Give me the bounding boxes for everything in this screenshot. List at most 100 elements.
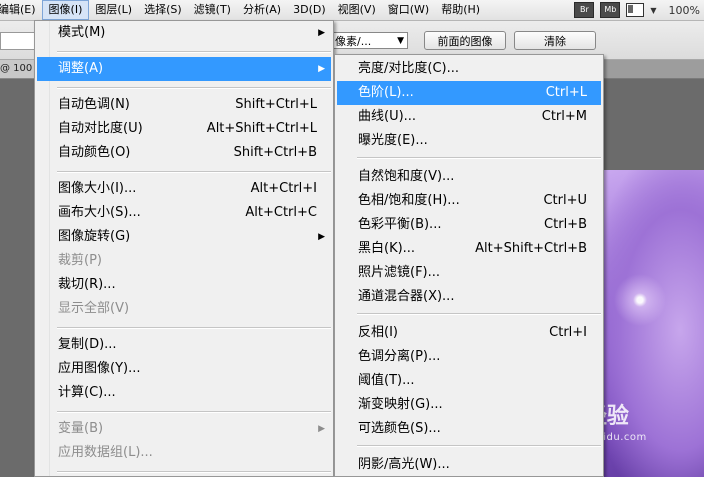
- menu-filter[interactable]: 滤镜(T): [188, 0, 237, 20]
- menu-item-shortcut: Shift+Ctrl+B: [233, 145, 317, 160]
- menu-item-label: 复制(D)...: [58, 337, 117, 352]
- menu-item-label: 照片滤镜(F)...: [358, 265, 441, 280]
- menu-item-color-balance[interactable]: 色彩平衡(B)... Ctrl+B: [337, 213, 601, 237]
- menu-item-apply-data-set[interactable]: 应用数据组(L)...: [37, 441, 331, 465]
- menu-item-label: 裁切(R)...: [58, 277, 116, 292]
- menu-item-label: 色调分离(P)...: [358, 349, 441, 364]
- submenu-arrow-icon: ▶: [318, 232, 325, 242]
- menu-item-duplicate[interactable]: 复制(D)...: [37, 333, 331, 357]
- menu-item-label: 色彩平衡(B)...: [358, 217, 442, 232]
- menu-item-label: 图像大小(I)...: [58, 181, 137, 196]
- menu-separator: [357, 313, 601, 315]
- menu-item-black-white[interactable]: 黑白(K)... Alt+Shift+Ctrl+B: [337, 237, 601, 261]
- menu-help[interactable]: 帮助(H): [435, 0, 486, 20]
- menu-3d[interactable]: 3D(D): [287, 0, 332, 20]
- menu-view[interactable]: 视图(V): [332, 0, 382, 20]
- menu-separator: [57, 51, 331, 53]
- zoom-level[interactable]: 100%: [663, 4, 700, 17]
- screen-mode-icon[interactable]: [626, 3, 645, 17]
- menu-separator: [57, 327, 331, 329]
- menu-item-shortcut: Ctrl+U: [543, 193, 587, 208]
- menu-item-hue-saturation[interactable]: 色相/饱和度(H)... Ctrl+U: [337, 189, 601, 213]
- menu-item-label: 自然饱和度(V)...: [358, 169, 455, 184]
- menu-item-label: 图像旋转(G): [58, 229, 131, 244]
- menu-item-label: 曲线(U)...: [358, 109, 417, 124]
- menu-item-reveal-all[interactable]: 显示全部(V): [37, 297, 331, 321]
- menu-item-label: 曝光度(E)...: [358, 133, 428, 148]
- menu-item-channel-mixer[interactable]: 通道混合器(X)...: [337, 285, 601, 309]
- menu-item-crop[interactable]: 裁剪(P): [37, 249, 331, 273]
- menu-item-label: 黑白(K)...: [358, 241, 416, 256]
- menu-bar: 编辑(E) 图像(I) 图层(L) 选择(S) 滤镜(T) 分析(A) 3D(D…: [0, 0, 704, 21]
- menu-item-label: 显示全部(V): [58, 301, 130, 316]
- menu-separator: [57, 471, 331, 473]
- menu-item-label: 反相(I): [358, 325, 398, 340]
- menu-item-exposure[interactable]: 曝光度(E)...: [337, 129, 601, 153]
- clear-button[interactable]: 清除: [514, 31, 596, 50]
- menu-separator: [357, 157, 601, 159]
- submenu-arrow-icon: ▶: [318, 64, 325, 74]
- front-image-button[interactable]: 前面的图像: [424, 31, 506, 50]
- menu-item-shortcut: Ctrl+L: [545, 85, 587, 100]
- menu-item-shadows-highlights[interactable]: 阴影/高光(W)...: [337, 453, 601, 477]
- menu-item-canvas-size[interactable]: 画布大小(S)... Alt+Ctrl+C: [37, 201, 331, 225]
- menu-item-auto-tone[interactable]: 自动色调(N) Shift+Ctrl+L: [37, 93, 331, 117]
- menu-item-label: 模式(M): [58, 25, 106, 40]
- menu-item-label: 裁剪(P): [58, 253, 102, 268]
- menu-item-trim[interactable]: 裁切(R)...: [37, 273, 331, 297]
- menu-item-image-rotation[interactable]: 图像旋转(G) ▶: [37, 225, 331, 249]
- mini-bridge-icon[interactable]: Mb: [600, 2, 621, 18]
- menu-item-label: 调整(A): [58, 61, 104, 76]
- menu-item-gradient-map[interactable]: 渐变映射(G)...: [337, 393, 601, 417]
- menu-item-curves[interactable]: 曲线(U)... Ctrl+M: [337, 105, 601, 129]
- menu-item-shortcut: Alt+Shift+Ctrl+L: [206, 121, 317, 136]
- resolution-unit-select[interactable]: 像素/... ▼: [330, 32, 408, 49]
- menu-item-shortcut: Alt+Ctrl+I: [250, 181, 317, 196]
- menu-item-photo-filter[interactable]: 照片滤镜(F)...: [337, 261, 601, 285]
- menu-item-invert[interactable]: 反相(I) Ctrl+I: [337, 321, 601, 345]
- menu-item-label: 阴影/高光(W)...: [358, 457, 450, 472]
- menu-separator: [57, 411, 331, 413]
- menu-item-levels[interactable]: 色阶(L)... Ctrl+L: [337, 81, 601, 105]
- menu-item-vibrance[interactable]: 自然饱和度(V)...: [337, 165, 601, 189]
- menu-edit[interactable]: 编辑(E): [0, 0, 42, 20]
- menubar-right-tools: Br Mb ▼ 100%: [574, 0, 704, 20]
- menu-item-image-size[interactable]: 图像大小(I)... Alt+Ctrl+I: [37, 177, 331, 201]
- menu-separator: [357, 445, 601, 447]
- menu-item-label: 应用数据组(L)...: [58, 445, 153, 460]
- menu-item-label: 可选颜色(S)...: [358, 421, 441, 436]
- menu-analysis[interactable]: 分析(A): [237, 0, 287, 20]
- menu-item-label: 自动色调(N): [58, 97, 130, 112]
- menu-item-shortcut: Ctrl+M: [541, 109, 587, 124]
- adjustments-submenu: 亮度/对比度(C)... 色阶(L)... Ctrl+L 曲线(U)... Ct…: [334, 54, 604, 477]
- bridge-icon[interactable]: Br: [574, 2, 595, 18]
- menu-item-shortcut: Alt+Shift+Ctrl+B: [475, 241, 587, 256]
- menu-item-posterize[interactable]: 色调分离(P)...: [337, 345, 601, 369]
- submenu-arrow-icon: ▶: [318, 28, 325, 38]
- menu-layer[interactable]: 图层(L): [89, 0, 138, 20]
- menu-item-selective-color[interactable]: 可选颜色(S)...: [337, 417, 601, 441]
- menu-item-shortcut: Shift+Ctrl+L: [235, 97, 317, 112]
- chevron-down-icon[interactable]: ▼: [650, 6, 656, 15]
- menu-item-auto-color[interactable]: 自动颜色(O) Shift+Ctrl+B: [37, 141, 331, 165]
- menu-select[interactable]: 选择(S): [138, 0, 188, 20]
- menu-item-label: 计算(C)...: [58, 385, 116, 400]
- menu-item-apply-image[interactable]: 应用图像(Y)...: [37, 357, 331, 381]
- menu-item-calculations[interactable]: 计算(C)...: [37, 381, 331, 405]
- menu-item-label: 应用图像(Y)...: [58, 361, 141, 376]
- menu-item-label: 自动颜色(O): [58, 145, 131, 160]
- menu-separator: [57, 171, 331, 173]
- submenu-arrow-icon: ▶: [318, 424, 325, 434]
- menu-item-label: 阈值(T)...: [358, 373, 415, 388]
- menu-window[interactable]: 窗口(W): [382, 0, 435, 20]
- menu-item-shortcut: Alt+Ctrl+C: [245, 205, 317, 220]
- menu-image[interactable]: 图像(I): [41, 0, 90, 20]
- menu-item-label: 亮度/对比度(C)...: [358, 61, 459, 76]
- menu-item-label: 色相/饱和度(H)...: [358, 193, 460, 208]
- menu-item-adjustments[interactable]: 调整(A) ▶: [37, 57, 331, 81]
- menu-item-threshold[interactable]: 阈值(T)...: [337, 369, 601, 393]
- menu-item-mode[interactable]: 模式(M) ▶: [37, 21, 331, 45]
- menu-item-variables[interactable]: 变量(B) ▶: [37, 417, 331, 441]
- menu-item-auto-contrast[interactable]: 自动对比度(U) Alt+Shift+Ctrl+L: [37, 117, 331, 141]
- menu-item-brightness-contrast[interactable]: 亮度/对比度(C)...: [337, 57, 601, 81]
